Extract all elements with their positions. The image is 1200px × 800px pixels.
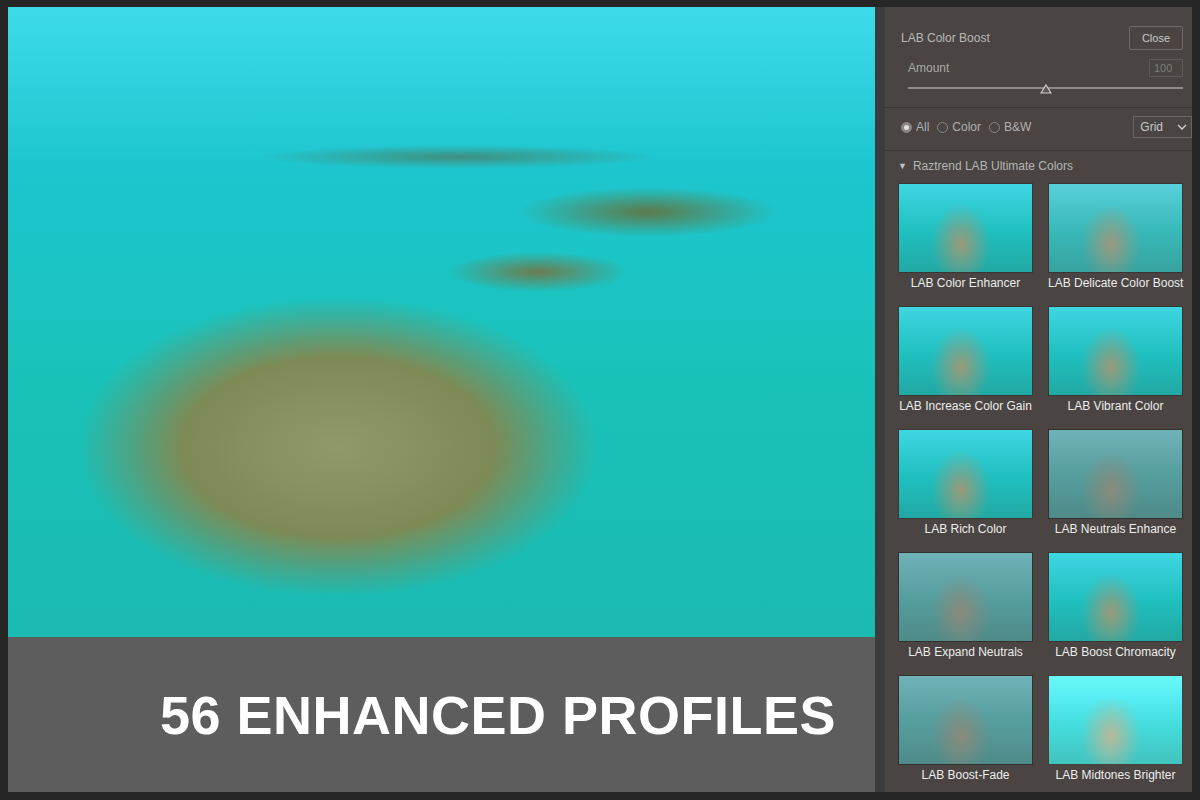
panel-title: LAB Color Boost — [898, 31, 990, 45]
amount-label: Amount — [908, 61, 949, 75]
profile-item[interactable]: LAB Increase Color Gain — [898, 306, 1033, 416]
profile-label: LAB Neutrals Enhance — [1048, 519, 1183, 539]
radio-label: All — [916, 120, 929, 134]
caption-area: 56 ENHANCED PROFILES — [8, 637, 875, 792]
view-value: Grid — [1140, 120, 1163, 134]
chevron-down-icon — [1177, 124, 1187, 131]
filter-radio[interactable]: B&W — [989, 120, 1031, 134]
profile-label: LAB Expand Neutrals — [898, 642, 1033, 662]
divider — [875, 7, 885, 792]
filter-radios: All Color B&W — [898, 120, 1031, 134]
profile-label: LAB Increase Color Gain — [898, 396, 1033, 416]
profile-label: LAB Boost Chromacity — [1048, 642, 1183, 662]
profile-thumbnail — [1048, 552, 1183, 642]
radio-circle-icon — [901, 122, 912, 133]
separator — [885, 150, 1192, 151]
amount-value-field[interactable]: 100 — [1149, 59, 1183, 77]
profile-label: LAB Midtones Brighter — [1048, 765, 1183, 785]
profile-item[interactable]: LAB Neutrals Enhance — [1048, 429, 1183, 539]
profile-item[interactable]: LAB Midtones Brighter — [1048, 675, 1183, 785]
radio-dot-icon — [904, 125, 909, 130]
profile-thumbnail — [1048, 306, 1183, 396]
slider-thumb[interactable] — [1040, 84, 1052, 94]
profile-browser: LAB Color Boost Close Amount 100 All Color B&W… — [885, 7, 1192, 792]
profile-item[interactable]: LAB Rich Color — [898, 429, 1033, 539]
slider-thumb-icon — [1040, 84, 1052, 94]
profile-thumbnail — [898, 183, 1033, 273]
profile-item[interactable]: LAB Vibrant Color — [1048, 306, 1183, 416]
profile-item[interactable]: LAB Boost Chromacity — [1048, 552, 1183, 662]
profile-thumbnail — [1048, 675, 1183, 765]
profile-item[interactable]: LAB Expand Neutrals — [898, 552, 1033, 662]
profile-label: LAB Delicate Color Boost — [1048, 273, 1183, 293]
promo-screen: 56 ENHANCED PROFILES LAB Color Boost Close… — [0, 0, 1200, 800]
profile-item[interactable]: LAB Boost-Fade — [898, 675, 1033, 785]
group-label: Raztrend LAB Ultimate Colors — [913, 159, 1073, 173]
amount-row: Amount 100 — [898, 59, 1183, 77]
profile-thumbnail — [898, 675, 1033, 765]
profile-label: LAB Color Enhancer — [898, 273, 1033, 293]
profile-thumbnail — [898, 429, 1033, 519]
profile-label: LAB Vibrant Color — [1048, 396, 1183, 416]
radio-label: B&W — [1004, 120, 1031, 134]
radio-circle-icon — [937, 122, 948, 133]
profile-thumbnail — [898, 306, 1033, 396]
amount-slider[interactable] — [908, 83, 1183, 97]
radio-label: Color — [952, 120, 981, 134]
profile-grid: LAB Color Enhancer LAB Delicate Color Boo… — [898, 183, 1183, 785]
profile-label: LAB Rich Color — [898, 519, 1033, 539]
profile-thumbnail — [898, 552, 1033, 642]
radio-circle-icon — [989, 122, 1000, 133]
profile-item[interactable]: LAB Color Enhancer — [898, 183, 1033, 293]
separator — [885, 107, 1192, 108]
caption: 56 ENHANCED PROFILES — [160, 684, 836, 746]
header-row: LAB Color Boost Close — [898, 25, 1183, 51]
close-button[interactable]: Close — [1129, 26, 1183, 50]
profile-thumbnail — [1048, 183, 1183, 273]
expand-icon: ▼ — [898, 161, 907, 171]
filter-radio[interactable]: All — [901, 120, 929, 134]
profile-thumbnail — [1048, 429, 1183, 519]
view-dropdown[interactable]: Grid — [1133, 116, 1192, 138]
preview-column: 56 ENHANCED PROFILES — [8, 7, 875, 792]
filter-row: All Color B&W Grid — [898, 114, 1183, 140]
filter-radio[interactable]: Color — [937, 120, 981, 134]
group-header[interactable]: ▼ Raztrend LAB Ultimate Colors — [898, 159, 1183, 173]
profile-item[interactable]: LAB Delicate Color Boost — [1048, 183, 1183, 293]
profile-label: LAB Boost-Fade — [898, 765, 1033, 785]
preview-photo — [8, 7, 875, 637]
